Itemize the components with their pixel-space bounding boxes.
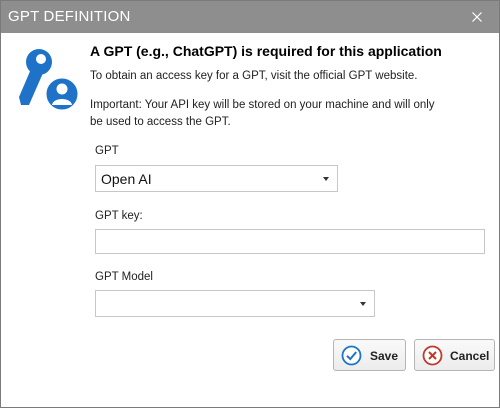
- key-user-icon: [19, 49, 81, 113]
- dialog-heading: A GPT (e.g., ChatGPT) is required for th…: [90, 43, 442, 59]
- api-key-notice: Important: Your API key will be stored o…: [90, 99, 435, 128]
- title-bar[interactable]: GPT DEFINITION: [1, 1, 499, 33]
- chevron-down-icon: [360, 302, 366, 306]
- gpt-label: GPT: [95, 145, 119, 157]
- access-key-info: To obtain an access key for a GPT, visit…: [90, 70, 418, 82]
- save-button[interactable]: Save: [333, 339, 406, 371]
- gpt-key-input[interactable]: [95, 229, 485, 254]
- check-circle-icon: [341, 345, 362, 366]
- gpt-model-label: GPT Model: [95, 271, 153, 283]
- gpt-select[interactable]: Open AI: [95, 165, 338, 192]
- cancel-button-label: Cancel: [450, 349, 490, 363]
- window-title: GPT DEFINITION: [8, 8, 131, 25]
- cancel-button[interactable]: Cancel: [414, 339, 495, 371]
- gpt-key-label: GPT key:: [95, 210, 143, 222]
- gpt-select-value: Open AI: [101, 171, 152, 187]
- x-circle-icon: [422, 345, 443, 366]
- save-button-label: Save: [370, 349, 399, 363]
- close-icon[interactable]: [469, 9, 485, 25]
- chevron-down-icon: [323, 177, 329, 181]
- dialog-window: GPT DEFINITION A GPT (e.g., ChatGPT) is …: [0, 0, 500, 408]
- gpt-model-select[interactable]: [95, 290, 375, 317]
